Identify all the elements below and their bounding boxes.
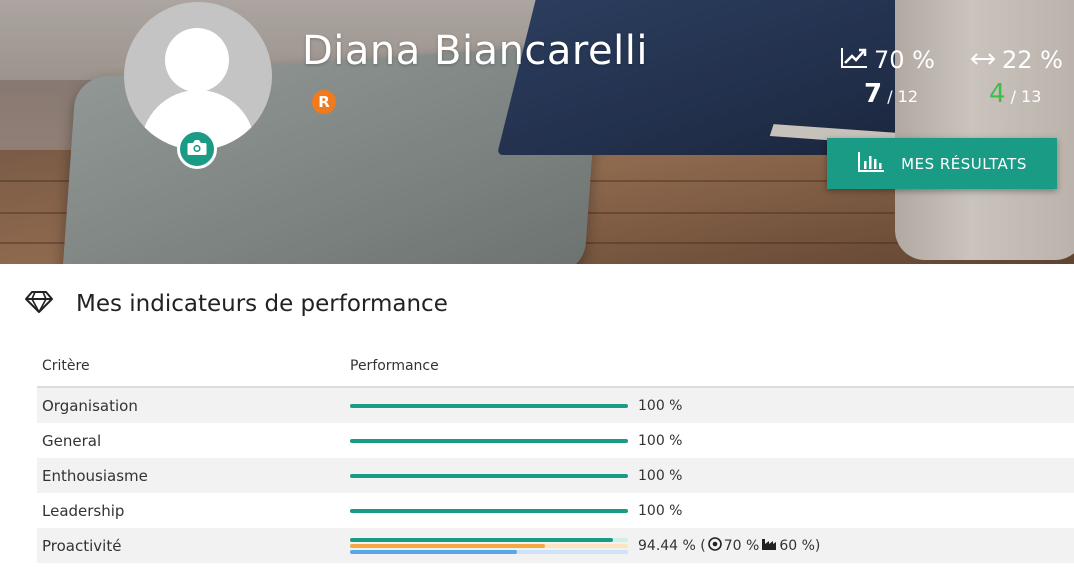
progress-stat: 70 %	[840, 46, 935, 74]
performance-bar	[350, 508, 628, 514]
profile-banner: Diana Biancarelli R 70 % 22 % 7 / 12 4 /…	[0, 0, 1074, 264]
section-title: Mes indicateurs de performance	[76, 291, 448, 317]
performance-bar	[350, 473, 628, 479]
column-header-criteria: Critère	[42, 357, 90, 374]
score-a: 7 / 12	[864, 79, 918, 109]
table-row: Leadership 100 %	[37, 493, 1074, 528]
avatar-head	[165, 28, 229, 92]
score-b-value: 4	[989, 79, 1006, 109]
performance-bars	[350, 537, 628, 555]
performance-value: 94.44 % ( 70 % 60 %)	[638, 536, 821, 555]
my-results-button[interactable]: MES RÉSULTATS	[827, 138, 1057, 189]
target-bar-fill	[350, 543, 545, 548]
criteria-cell: General	[42, 431, 102, 450]
spread-stat: 22 %	[970, 46, 1063, 74]
performance-value: 100 %	[638, 502, 683, 519]
performance-bar-fill	[350, 403, 628, 408]
my-results-button-label: MES RÉSULTATS	[901, 154, 1027, 173]
company-value: 60 %)	[779, 537, 821, 554]
target-value: 70 %	[723, 537, 760, 554]
criteria-cell: Proactivité	[42, 536, 122, 555]
performance-bar	[350, 403, 628, 409]
performance-bar-fill	[350, 508, 628, 513]
table-row: General 100 %	[37, 423, 1074, 458]
avatar[interactable]	[124, 2, 272, 150]
performance-value-main: 94.44 % (	[638, 537, 706, 554]
score-b: 4 / 13	[989, 79, 1041, 109]
performance-bar-fill	[350, 438, 628, 443]
table-row: Enthousiasme 100 %	[37, 458, 1074, 493]
score-b-total: / 13	[1010, 87, 1042, 106]
factory-icon	[759, 537, 779, 555]
score-a-total: / 12	[887, 87, 919, 106]
target-icon	[706, 536, 724, 555]
arrows-horizontal-icon	[970, 51, 996, 70]
performance-value: 100 %	[638, 467, 683, 484]
camera-icon	[187, 139, 207, 160]
change-photo-button[interactable]	[177, 129, 217, 169]
section-header: Mes indicateurs de performance	[24, 290, 448, 318]
bar-chart-icon	[857, 151, 885, 177]
trend-up-icon	[840, 47, 868, 73]
diamond-icon	[24, 290, 54, 318]
company-bar-fill	[350, 549, 517, 554]
rank-badge: R	[312, 90, 336, 114]
table-row: Proactivité 94.44 % ( 70 % 60 %)	[37, 528, 1074, 563]
performance-value: 100 %	[638, 432, 683, 449]
performance-bar-fill	[350, 473, 628, 478]
spread-stat-value: 22 %	[1002, 46, 1063, 74]
performance-value: 100 %	[638, 397, 683, 414]
criteria-cell: Leadership	[42, 501, 125, 520]
criteria-cell: Organisation	[42, 396, 138, 415]
progress-stat-value: 70 %	[874, 46, 935, 74]
column-header-performance: Performance	[350, 357, 439, 374]
user-name: Diana Biancarelli	[302, 28, 648, 74]
table-header: Critère Performance	[37, 345, 1074, 388]
performance-table: Critère Performance Organisation 100 % G…	[37, 345, 1074, 563]
criteria-cell: Enthousiasme	[42, 466, 148, 485]
table-row: Organisation 100 %	[37, 388, 1074, 423]
score-a-value: 7	[864, 79, 883, 109]
performance-bar	[350, 438, 628, 444]
performance-bar-fill	[350, 537, 613, 542]
